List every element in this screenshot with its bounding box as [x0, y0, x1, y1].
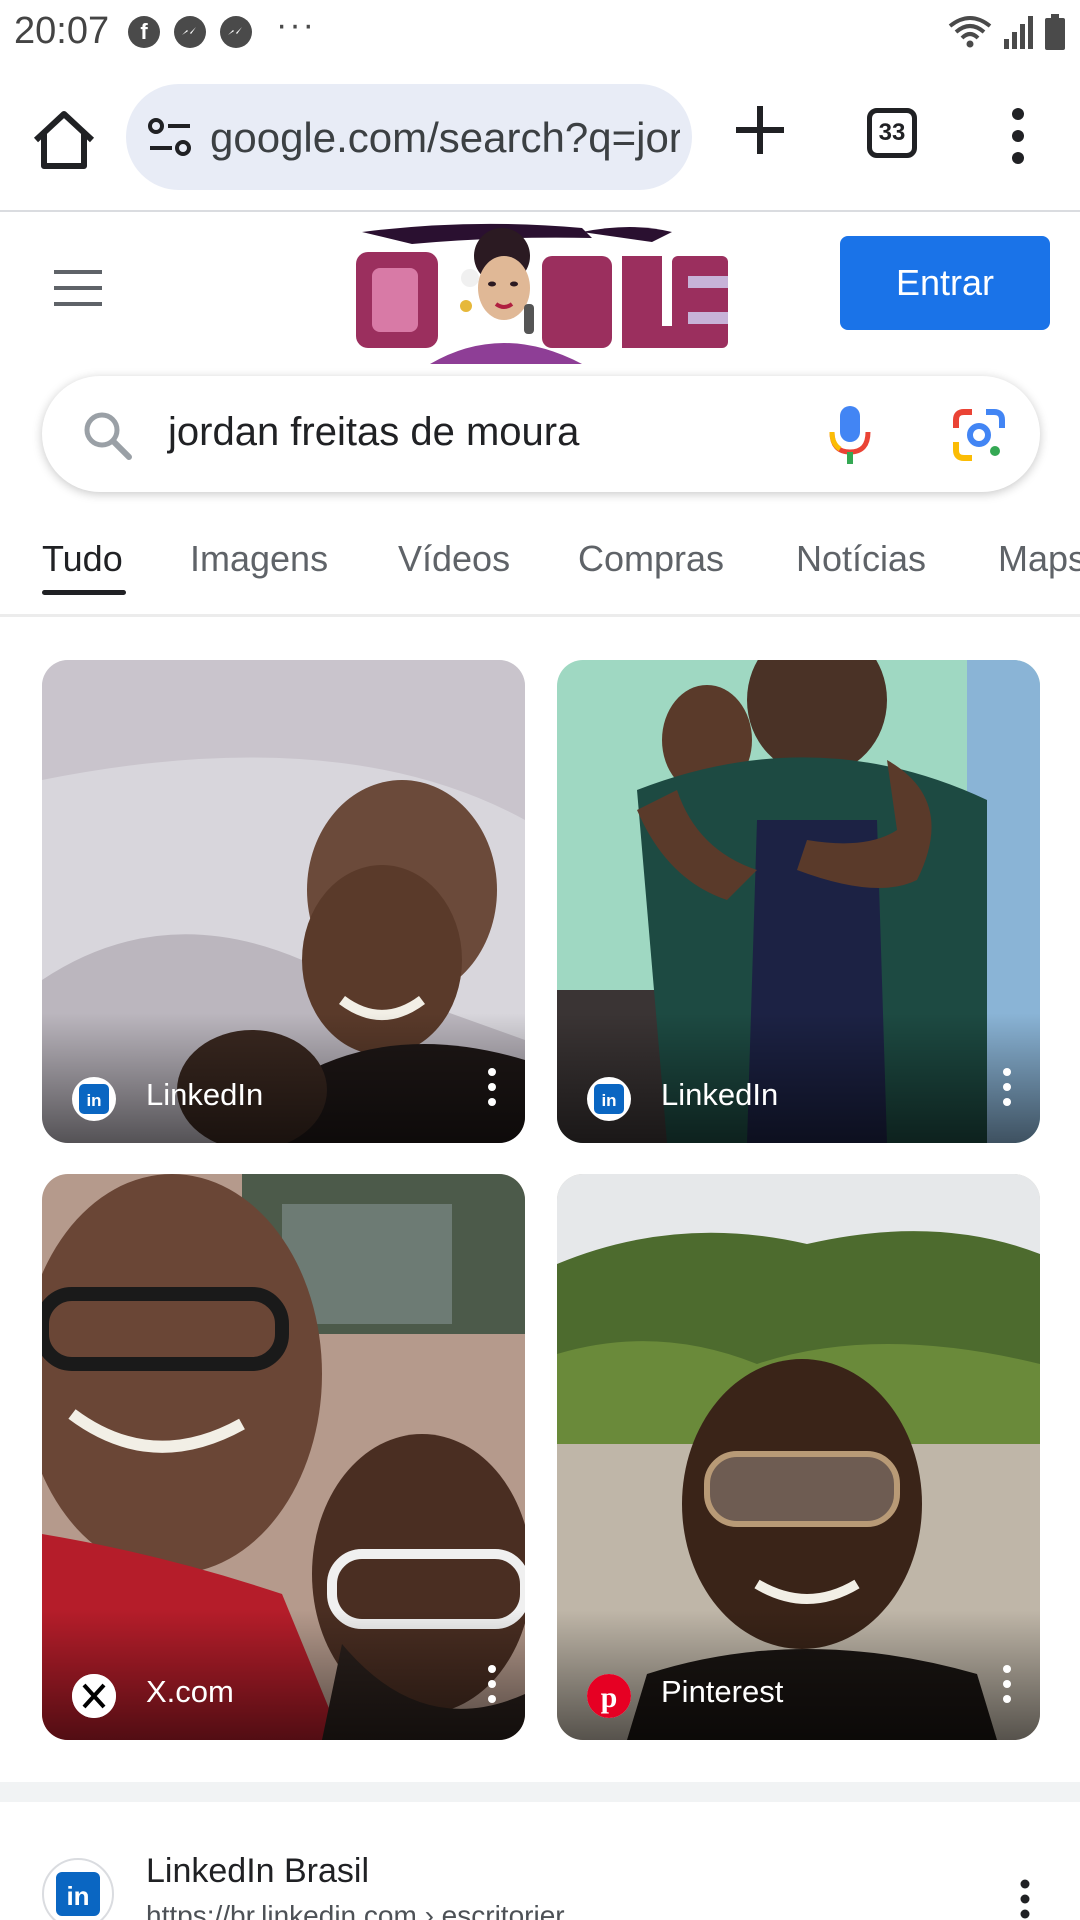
more-options-icon[interactable] [1000, 1664, 1014, 1704]
result-url[interactable]: https://br.linkedin.com › escritorier [146, 1900, 565, 1920]
tab-tudo[interactable]: Tudo [42, 538, 123, 580]
tab-noticias[interactable]: Notícias [796, 538, 926, 580]
tab-maps[interactable]: Maps [998, 538, 1080, 580]
more-options-icon[interactable] [485, 1067, 499, 1107]
tab-imagens[interactable]: Imagens [190, 538, 328, 580]
google-lens-icon[interactable] [952, 408, 1006, 462]
tab-count: 33 [878, 119, 906, 146]
svg-text:in: in [601, 1091, 616, 1110]
linkedin-icon: in [587, 1077, 631, 1121]
status-bar: 20:07 f ··· [0, 0, 1080, 66]
browser-toolbar: google.com/search?q=jordan+freitas+de+mo… [0, 80, 1080, 200]
image-source-label: X.com [146, 1674, 234, 1709]
pinterest-icon: p [587, 1674, 631, 1718]
search-icon[interactable] [80, 408, 134, 462]
messenger-icon [174, 16, 206, 48]
search-tabs: Tudo Imagens Vídeos Compras Notícias Map… [0, 530, 1080, 616]
svg-text:in: in [66, 1881, 89, 1911]
new-tab-icon[interactable] [732, 102, 788, 158]
google-doodle-logo[interactable] [352, 222, 732, 364]
x-icon [72, 1674, 116, 1718]
more-options-icon[interactable] [1018, 1878, 1032, 1920]
image-source-label: LinkedIn [661, 1077, 779, 1112]
wifi-icon [948, 16, 992, 48]
url-text[interactable]: google.com/search?q=jordan+freitas+de+mo… [210, 114, 680, 162]
image-result[interactable]: in LinkedIn [557, 660, 1040, 1143]
tab-videos[interactable]: Vídeos [398, 538, 510, 580]
status-time: 20:07 [14, 10, 110, 52]
signal-icon [1004, 16, 1033, 49]
toolbar-divider [0, 210, 1080, 212]
image-caption-overlay [557, 1013, 1040, 1143]
voice-search-icon[interactable] [828, 404, 872, 466]
home-icon[interactable] [28, 108, 100, 172]
facebook-icon: f [128, 16, 160, 48]
image-caption-overlay [42, 1013, 525, 1143]
tabs-divider [0, 614, 1080, 617]
active-tab-indicator [42, 590, 126, 595]
image-source-label: Pinterest [661, 1674, 784, 1709]
svg-text:in: in [86, 1091, 101, 1110]
linkedin-icon: in [42, 1858, 114, 1920]
section-separator [0, 1782, 1080, 1802]
tab-switcher-button[interactable]: 33 [867, 108, 917, 158]
site-settings-icon[interactable] [146, 114, 194, 160]
search-box[interactable]: jordan freitas de moura [42, 376, 1040, 492]
messenger-icon [220, 16, 252, 48]
svg-text:p: p [601, 1681, 618, 1714]
image-result[interactable]: in LinkedIn [42, 660, 525, 1143]
result-title[interactable]: LinkedIn Brasil [146, 1852, 369, 1891]
more-options-icon[interactable] [1000, 1067, 1014, 1107]
tab-compras[interactable]: Compras [578, 538, 724, 580]
image-result[interactable]: X.com [42, 1174, 525, 1740]
url-bar[interactable]: google.com/search?q=jordan+freitas+de+mo… [126, 84, 692, 190]
search-input[interactable]: jordan freitas de moura [168, 410, 579, 455]
browser-menu-icon[interactable] [998, 104, 1038, 168]
more-notifications-icon: ··· [276, 5, 316, 44]
battery-icon [1045, 14, 1065, 50]
linkedin-icon: in [72, 1077, 116, 1121]
more-options-icon[interactable] [485, 1664, 499, 1704]
image-result[interactable]: p Pinterest [557, 1174, 1040, 1740]
image-source-label: LinkedIn [146, 1077, 264, 1112]
login-button[interactable]: Entrar [840, 236, 1050, 330]
menu-icon[interactable] [50, 268, 106, 308]
